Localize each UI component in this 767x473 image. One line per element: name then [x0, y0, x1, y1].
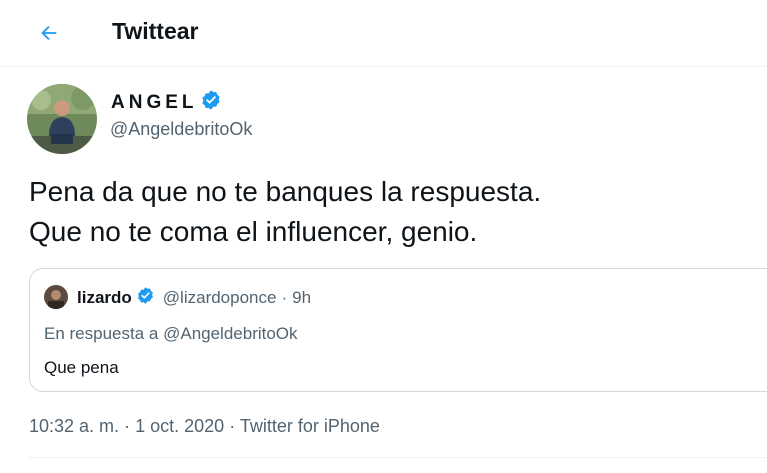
separator-dot: · — [124, 416, 131, 436]
tweet-time-link[interactable]: 10:32 a. m. — [29, 416, 119, 436]
avatar-image — [44, 285, 68, 309]
quoted-author-avatar — [44, 285, 68, 309]
reply-prefix: En respuesta a — [44, 324, 159, 343]
avatar-image — [27, 84, 97, 154]
tweet-text-line: Que no te coma el influencer, genio. — [29, 216, 478, 247]
verified-badge-icon — [200, 89, 222, 117]
tweet-detail-page: Twittear ANGEL @AngeldebritoOk Pena da q… — [0, 0, 767, 473]
tweet-source-link[interactable]: Twitter for iPhone — [240, 416, 380, 436]
author-name-text: ANGEL — [111, 92, 198, 113]
tweet-meta: 10:32 a. m. · 1 oct. 2020 · Twitter for … — [29, 416, 380, 437]
tweet-date-link[interactable]: 1 oct. 2020 — [135, 416, 224, 436]
separator-dot: · — [281, 288, 288, 307]
tweet-text: Pena da que no te banques la respuesta. … — [29, 172, 749, 252]
author-avatar[interactable] — [27, 84, 97, 154]
quoted-tweet-header: lizardo @lizardoponce · 9h — [77, 286, 311, 310]
quoted-author-name: lizardo — [77, 288, 132, 307]
header-bar: Twittear — [0, 0, 767, 67]
author-name[interactable]: ANGEL — [111, 89, 222, 117]
page-title: Twittear — [112, 18, 199, 44]
reply-context: En respuesta a @AngeldebritoOk — [44, 324, 298, 344]
quoted-tweet-time: 9h — [292, 288, 312, 307]
quoted-author-handle: @lizardoponce — [162, 288, 277, 307]
verified-badge-icon — [136, 286, 155, 310]
back-button[interactable] — [30, 14, 68, 52]
quoted-tweet[interactable]: lizardo @lizardoponce · 9h En respuesta … — [29, 268, 767, 392]
author-handle[interactable]: @AngeldebritoOk — [110, 119, 252, 140]
divider — [28, 457, 767, 458]
tweet-text-line: Pena da que no te banques la respuesta. — [29, 176, 542, 207]
separator-dot: · — [229, 416, 236, 436]
reply-mention-link[interactable]: @AngeldebritoOk — [163, 324, 297, 343]
arrow-left-icon — [41, 25, 57, 41]
quoted-tweet-text: Que pena — [44, 358, 119, 377]
